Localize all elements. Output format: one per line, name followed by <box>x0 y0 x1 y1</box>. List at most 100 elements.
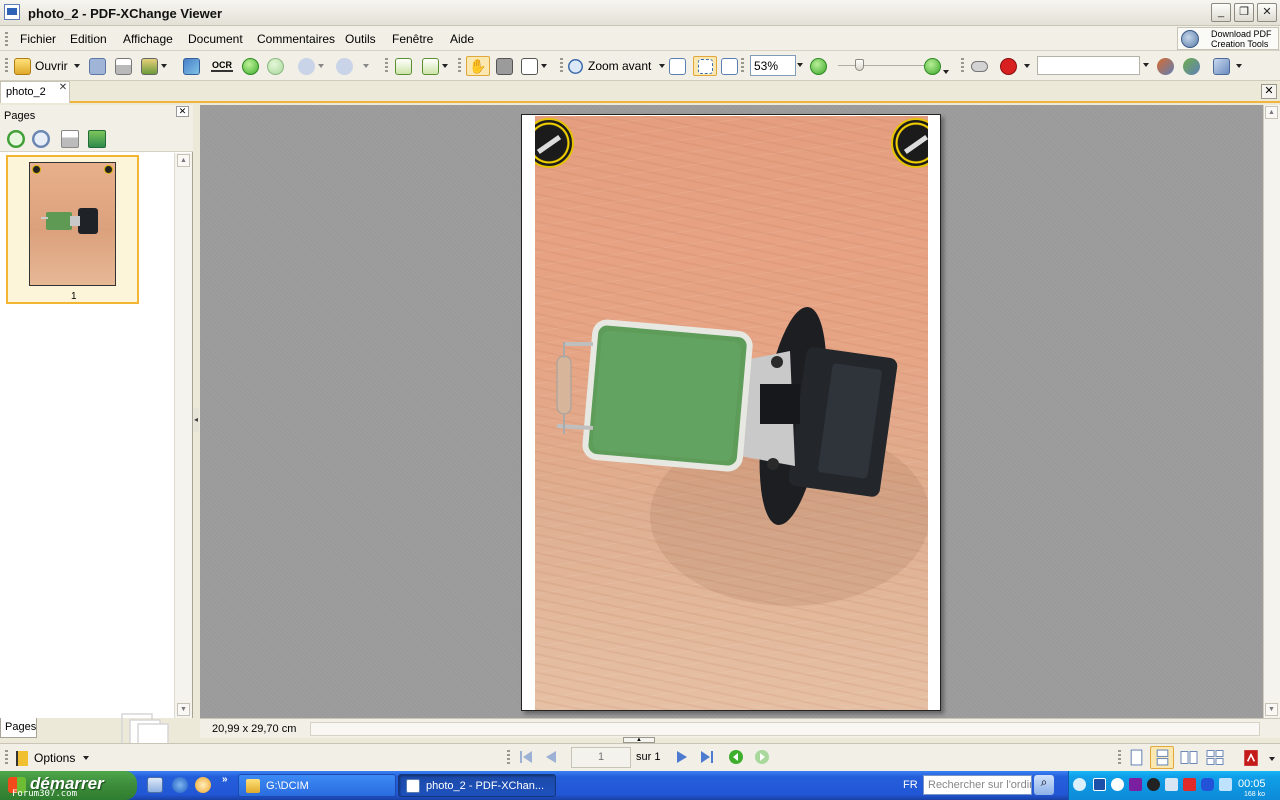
actual-size-button[interactable] <box>669 56 686 76</box>
tray-collapse-icon[interactable] <box>1073 778 1086 791</box>
zoom-plus-button[interactable] <box>924 56 949 76</box>
close-button[interactable]: ✕ <box>1257 3 1277 22</box>
continuous-view-button[interactable] <box>1150 746 1174 769</box>
scroll-up-arrow[interactable]: ▲ <box>1265 106 1278 119</box>
toolbar-grip[interactable] <box>560 58 563 73</box>
zoom-in-tool-button[interactable]: Zoom avant <box>568 56 666 76</box>
redo-button[interactable] <box>336 56 369 76</box>
menu-aide[interactable]: Aide <box>450 32 474 46</box>
zoom-level-input[interactable]: 53% <box>750 55 796 76</box>
thumb-zoom-out-icon[interactable] <box>32 130 50 148</box>
next-page-icon[interactable] <box>674 749 690 765</box>
toolbar-grip[interactable] <box>385 58 388 73</box>
options-button[interactable]: Options <box>16 748 90 768</box>
tray-network-error-icon[interactable] <box>1183 778 1196 791</box>
quicklaunch-internet-explorer-icon[interactable] <box>172 777 188 793</box>
page-number-input[interactable]: 1 <box>571 747 631 768</box>
zoom-dropdown-arrow[interactable] <box>797 63 803 67</box>
ocr-button[interactable]: OCR <box>211 56 233 76</box>
tray-usb-icon[interactable] <box>1201 778 1214 791</box>
back-button[interactable] <box>242 56 259 76</box>
quicklaunch-ie-desktop-icon[interactable] <box>147 777 163 793</box>
minimize-button[interactable]: _ <box>1211 3 1231 22</box>
menu-affichage[interactable]: Affichage <box>123 32 173 46</box>
search-options-button[interactable] <box>1183 56 1200 76</box>
zoom-slider-track[interactable] <box>838 65 924 66</box>
panel-collapse-handle[interactable]: ◂ <box>193 408 199 432</box>
open-button[interactable]: Ouvrir <box>14 56 80 76</box>
export-button[interactable] <box>141 56 167 76</box>
facing-continuous-icon[interactable] <box>1206 749 1224 766</box>
link-tool-button[interactable] <box>971 56 988 76</box>
start-button[interactable]: démarrer Forum307.com <box>0 771 137 800</box>
hand-tool-button[interactable]: ✋ <box>466 56 490 76</box>
tray-app-icon[interactable] <box>1129 778 1142 791</box>
find-button[interactable] <box>1157 56 1174 76</box>
first-page-icon[interactable] <box>518 749 534 765</box>
desktop-search-input[interactable]: Rechercher sur l'ordin <box>923 775 1032 795</box>
task-pdf-xchange[interactable]: photo_2 - PDF-XChan... <box>398 774 556 797</box>
rotate-left-button[interactable] <box>395 56 412 76</box>
pages-bottom-tab[interactable]: Pages <box>0 718 37 738</box>
rotate-right-button[interactable] <box>422 56 448 76</box>
toolbar-grip[interactable] <box>5 58 8 73</box>
toolbar-grip[interactable] <box>507 750 510 765</box>
quicklaunch-more-icon[interactable]: » <box>222 774 228 785</box>
thumb-zoom-in-icon[interactable] <box>7 130 25 148</box>
undo-button[interactable] <box>298 56 324 76</box>
ask-toolbar-button[interactable] <box>1000 56 1030 76</box>
fit-width-button[interactable] <box>721 56 738 76</box>
task-dcim-folder[interactable]: G:\DCIM <box>238 774 396 797</box>
save-button[interactable] <box>89 56 106 76</box>
previous-page-icon[interactable] <box>543 749 559 765</box>
print-pages-icon[interactable] <box>61 130 79 148</box>
extract-pages-icon[interactable] <box>88 130 106 148</box>
forward-view-icon[interactable] <box>754 749 770 765</box>
desktop-search-button[interactable]: ⌕ <box>1034 775 1054 795</box>
facing-pages-icon[interactable] <box>1180 749 1198 766</box>
quicklaunch-outlook-icon[interactable] <box>195 777 211 793</box>
menu-outils[interactable]: Outils <box>345 32 376 46</box>
clock[interactable]: 00:05 <box>1238 778 1266 790</box>
scroll-up-arrow[interactable]: ▲ <box>177 154 190 167</box>
toolbar-grip[interactable] <box>741 58 744 73</box>
tray-display-icon[interactable] <box>1219 778 1232 791</box>
back-view-icon[interactable] <box>728 749 744 765</box>
document-vertical-scrollbar[interactable]: ▲ ▼ <box>1263 105 1280 718</box>
menu-edition[interactable]: Edition <box>70 32 107 46</box>
thumbnails-scrollbar[interactable]: ▲ ▼ <box>174 153 192 718</box>
tools-options-button[interactable] <box>1213 56 1242 76</box>
tab-photo-2[interactable]: photo_2 ✕ <box>0 81 70 103</box>
forward-button[interactable] <box>267 56 284 76</box>
last-page-icon[interactable] <box>699 749 715 765</box>
fit-page-button[interactable] <box>693 56 717 76</box>
toolbar-grip[interactable] <box>5 750 8 765</box>
menu-document[interactable]: Document <box>188 32 243 46</box>
scroll-down-arrow[interactable]: ▼ <box>177 703 190 716</box>
zoom-out-button[interactable] <box>810 56 827 76</box>
pdf-export-icon[interactable] <box>1242 749 1260 767</box>
page-thumbnail[interactable]: 1 <box>6 155 139 304</box>
single-page-icon[interactable] <box>1128 749 1145 766</box>
zoom-slider-thumb[interactable] <box>855 59 864 71</box>
menu-fenetre[interactable]: Fenêtre <box>392 32 433 46</box>
chevron-down-icon[interactable] <box>1269 757 1275 761</box>
tray-media-icon[interactable] <box>1147 778 1160 791</box>
toolbar-grip[interactable] <box>458 58 461 73</box>
horizontal-scrollbar[interactable] <box>310 722 1260 736</box>
tray-network-icon[interactable] <box>1165 778 1178 791</box>
toolbar-grip[interactable] <box>1118 750 1121 765</box>
select-text-button[interactable] <box>521 56 547 76</box>
toolbar-grip[interactable] <box>961 58 964 73</box>
search-dropdown-arrow[interactable] <box>1143 63 1149 67</box>
tray-shield-icon[interactable] <box>1093 778 1106 791</box>
menu-fichier[interactable]: Fichier <box>20 32 56 46</box>
maximize-button[interactable]: ❐ <box>1234 3 1254 22</box>
pages-panel-close-button[interactable]: ✕ <box>176 106 189 117</box>
scan-button[interactable] <box>183 56 200 76</box>
search-input[interactable] <box>1037 56 1140 75</box>
language-indicator[interactable]: FR <box>903 779 918 791</box>
close-document-button[interactable]: ✕ <box>1261 84 1277 99</box>
tray-search-icon[interactable] <box>1111 778 1124 791</box>
menubar-grip[interactable] <box>5 32 8 46</box>
